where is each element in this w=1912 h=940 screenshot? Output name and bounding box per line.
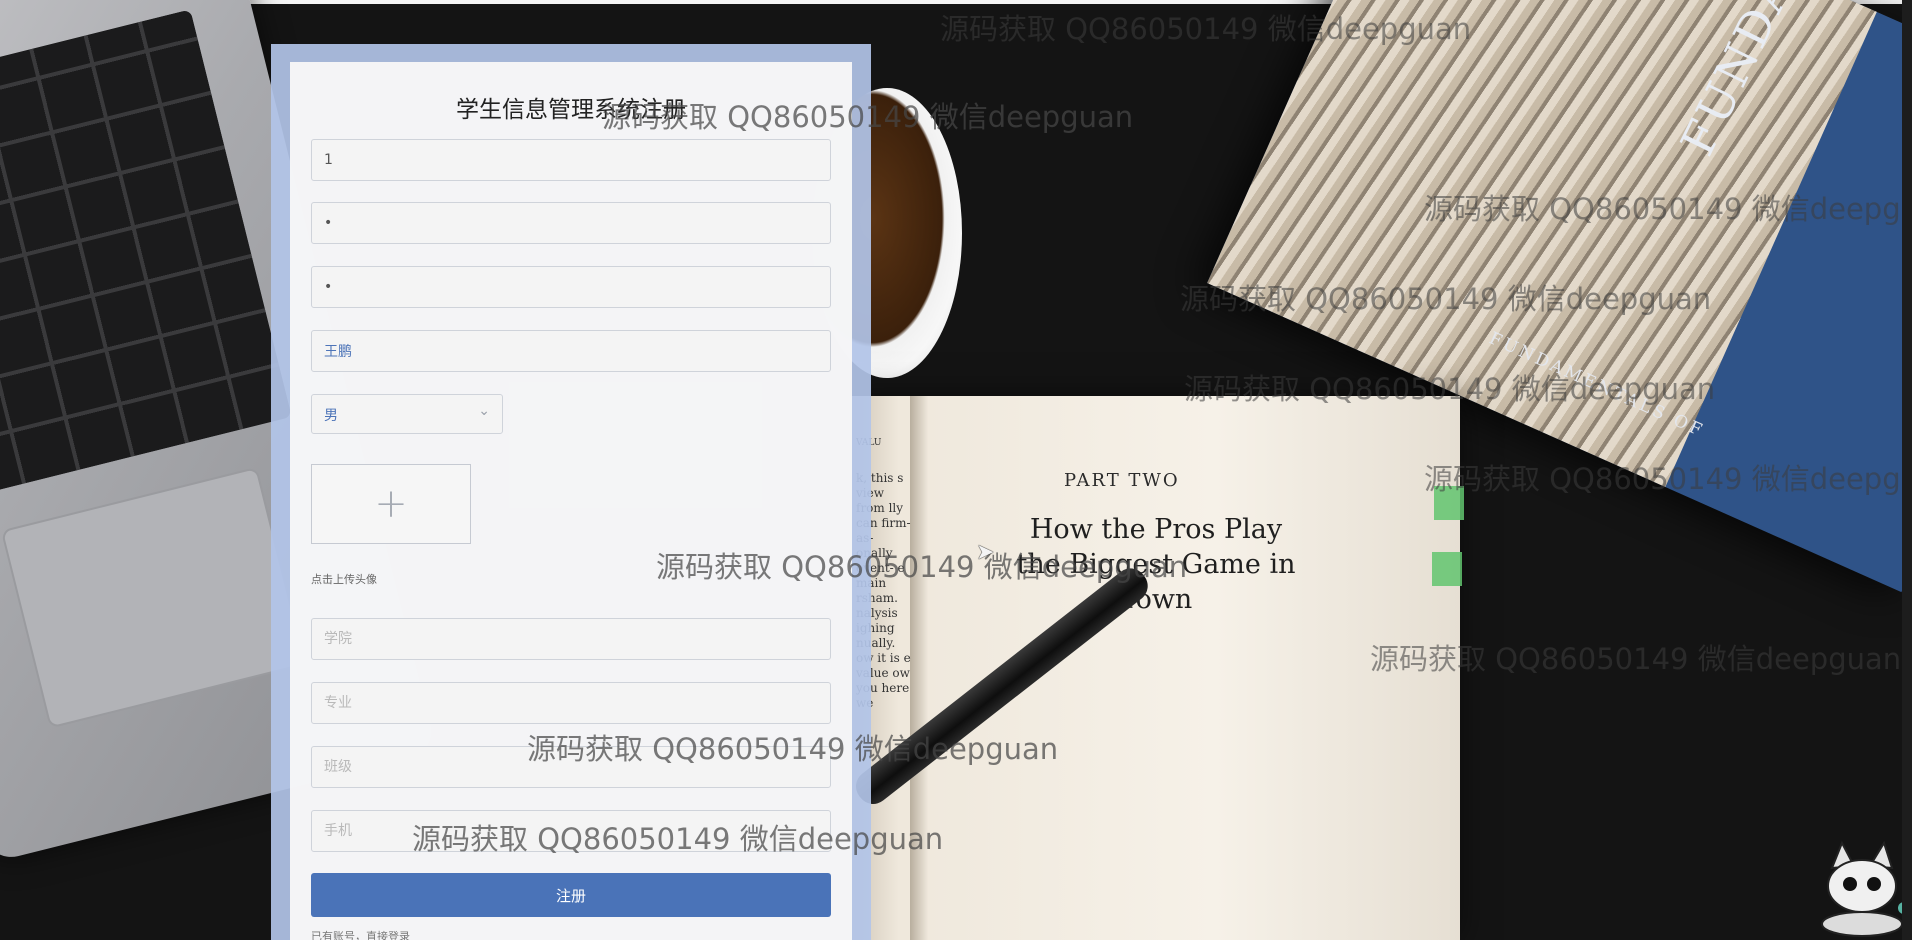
page-title: 学生信息管理系统注册 <box>456 97 686 123</box>
class-input[interactable] <box>311 746 831 788</box>
register-button[interactable]: 注册 <box>311 873 831 917</box>
sticky-tab <box>1432 552 1462 586</box>
laptop-trackpad <box>0 466 307 729</box>
sticky-tab <box>1434 486 1464 520</box>
cat-mascot-icon <box>1821 840 1910 937</box>
plus-icon: + <box>374 481 408 527</box>
laptop-keyboard <box>0 9 292 497</box>
account-input[interactable] <box>311 139 831 181</box>
book-heading: How the Pros Play the Biggest Game in To… <box>1016 514 1296 615</box>
book-gutter <box>910 396 928 940</box>
avatar-upload[interactable]: + <box>311 464 471 544</box>
gender-select[interactable]: 男 ⌄ <box>311 394 503 434</box>
chevron-down-icon: ⌄ <box>478 403 490 419</box>
major-input[interactable] <box>311 682 831 724</box>
college-input[interactable] <box>311 618 831 660</box>
upload-hint: 点击上传头像 <box>311 573 377 586</box>
password-input[interactable] <box>311 202 831 244</box>
login-link[interactable]: 已有账号，直接登录 <box>311 928 410 940</box>
book-part-label: PART TWO <box>1064 470 1180 491</box>
confirm-password-input[interactable] <box>311 266 831 308</box>
gender-select-value: 男 <box>324 408 338 424</box>
mouse-cursor-icon: ➤ <box>976 540 995 565</box>
page-scrollbar[interactable] <box>1902 0 1912 940</box>
name-input[interactable] <box>311 330 831 372</box>
phone-input[interactable] <box>311 810 831 852</box>
